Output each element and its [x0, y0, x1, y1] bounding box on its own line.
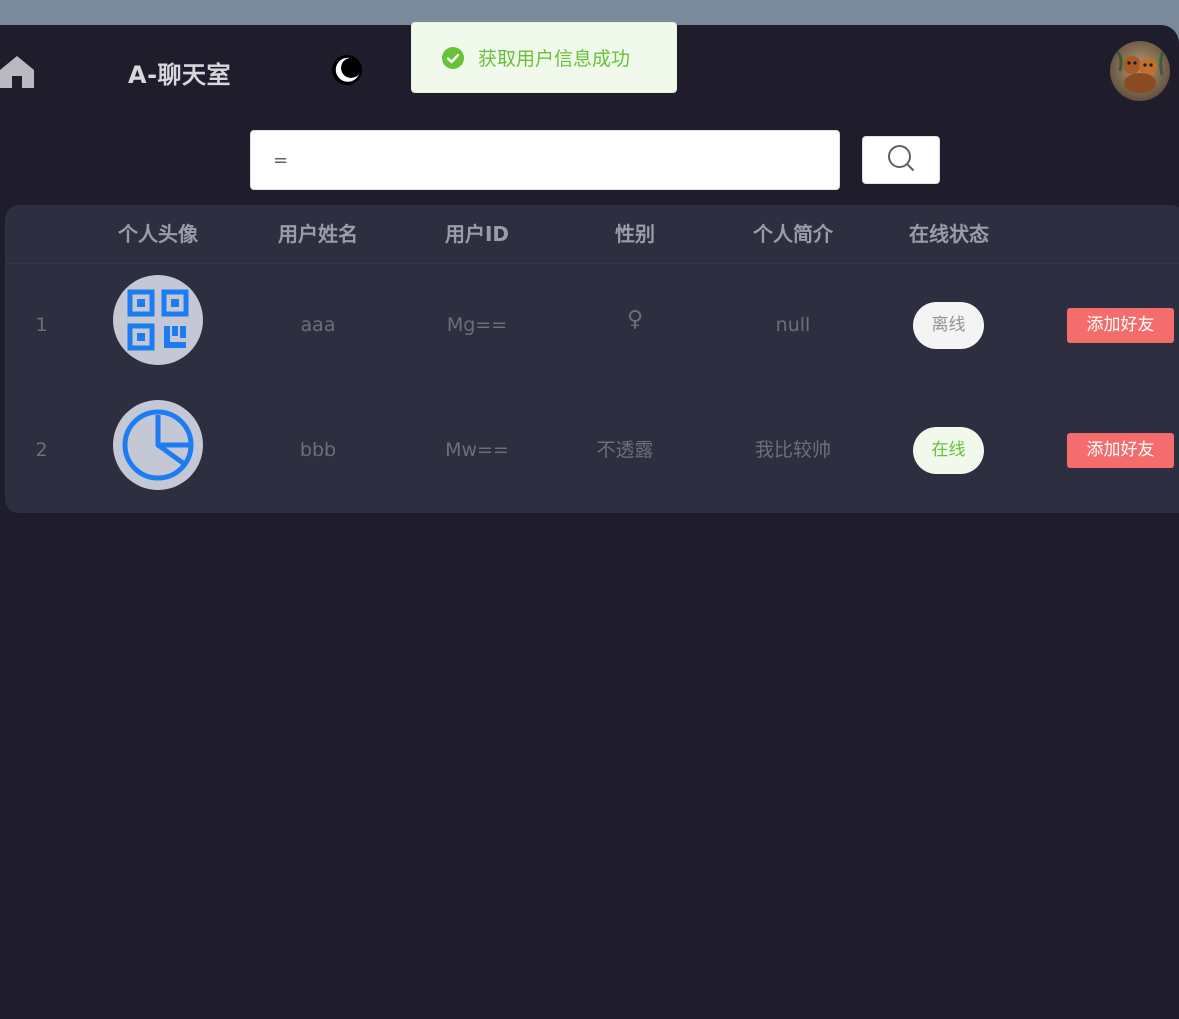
table-row: 1 aaa Mg== ♀ null 离线 添加好友: [5, 263, 1179, 388]
column-header-avatar: 个人头像: [118, 222, 198, 246]
app-title: A-聊天室: [128, 61, 232, 89]
status-badge: 在线: [913, 427, 984, 474]
status-badge: 离线: [913, 302, 984, 349]
check-circle-icon: [442, 46, 464, 69]
pie-chart-icon: [113, 400, 203, 490]
success-toast: 获取用户信息成功: [411, 22, 677, 93]
toast-message: 获取用户信息成功: [478, 48, 631, 70]
row-user-id: Mg==: [446, 314, 508, 336]
add-friend-button[interactable]: 添加好友: [1067, 308, 1174, 343]
row-username: bbb: [299, 439, 337, 461]
column-header-bio: 个人简介: [753, 222, 833, 246]
column-header-status: 在线状态: [909, 222, 989, 246]
row-user-id: Mw==: [445, 439, 509, 461]
user-search-table: 个人头像 用户姓名 用户ID 性别 个人简介 在线状态 1 aaa Mg== ♀…: [5, 205, 1179, 513]
row-username: aaa: [300, 314, 336, 336]
table-row: 2 bbb Mw== 不透露 我比较帅 在线 添加好友: [5, 388, 1179, 513]
user-avatar[interactable]: [1110, 41, 1170, 101]
row-gender: 不透露: [596, 439, 654, 461]
column-header-name: 用户姓名: [278, 222, 358, 246]
search-button[interactable]: [862, 136, 940, 184]
search-icon: [887, 144, 915, 176]
row-bio: null: [775, 314, 811, 336]
qr-code-icon: [113, 275, 203, 365]
row-index: 1: [35, 314, 48, 336]
dark-mode-moon-icon[interactable]: [330, 53, 364, 87]
table-header: 个人头像 用户姓名 用户ID 性别 个人简介 在线状态: [5, 205, 1179, 264]
add-friend-button[interactable]: 添加好友: [1067, 433, 1174, 468]
row-bio: 我比较帅: [754, 439, 831, 461]
row-index: 2: [35, 439, 48, 461]
row-gender: ♀: [626, 307, 644, 332]
home-icon[interactable]: [0, 52, 36, 90]
column-header-id: 用户ID: [444, 222, 510, 246]
search-input[interactable]: [250, 130, 840, 190]
column-header-gender: 性别: [615, 222, 655, 246]
